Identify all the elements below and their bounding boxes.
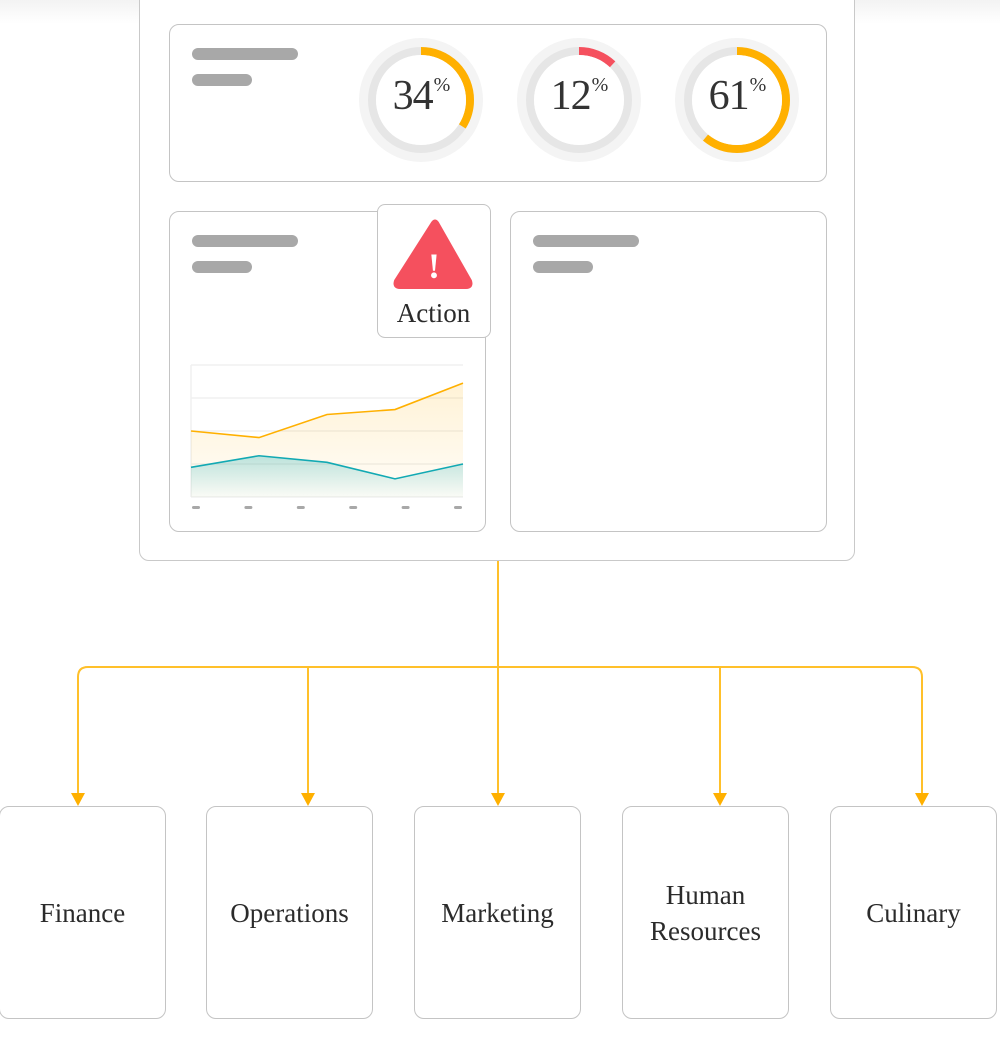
subtitle-placeholder xyxy=(192,74,252,86)
gauge-3: 61% xyxy=(673,36,801,164)
dept-marketing[interactable]: Marketing xyxy=(414,806,581,1019)
gauge-2-value: 12% xyxy=(550,73,609,119)
arrow-finance-icon xyxy=(71,793,85,806)
arrow-hr-icon xyxy=(713,793,727,806)
subtitle-placeholder xyxy=(533,261,593,273)
title-placeholder xyxy=(192,48,298,60)
warning-triangle-icon: ! xyxy=(393,219,473,289)
arrow-culinary-icon xyxy=(915,793,929,806)
gauge-3-value: 61% xyxy=(708,73,767,119)
dept-label: Operations xyxy=(230,897,349,928)
gauge-1-value: 34% xyxy=(392,73,451,119)
dept-culinary[interactable]: Culinary xyxy=(830,806,997,1019)
dept-finance[interactable]: Finance xyxy=(0,806,166,1019)
subtitle-placeholder xyxy=(192,261,252,273)
dept-label: Finance xyxy=(39,897,126,928)
arrow-operations-icon xyxy=(301,793,315,806)
dept-label: Human Resources xyxy=(650,879,761,946)
dept-label: Marketing xyxy=(441,897,554,928)
gauge-2: 12% xyxy=(515,36,643,164)
connector-bus xyxy=(77,666,923,795)
dept-operations[interactable]: Operations xyxy=(206,806,373,1019)
svg-text:!: ! xyxy=(428,246,440,286)
dept-human-resources[interactable]: Human Resources xyxy=(622,806,789,1019)
bar-chart-card xyxy=(510,211,827,532)
gauge-1: 34% xyxy=(357,36,485,164)
title-placeholder xyxy=(533,235,639,247)
action-label: Action xyxy=(396,298,471,328)
arrow-marketing-icon xyxy=(491,793,505,806)
action-alert-button[interactable]: ! Action xyxy=(377,204,491,338)
dept-label: Culinary xyxy=(866,897,961,928)
title-placeholder xyxy=(192,235,298,247)
